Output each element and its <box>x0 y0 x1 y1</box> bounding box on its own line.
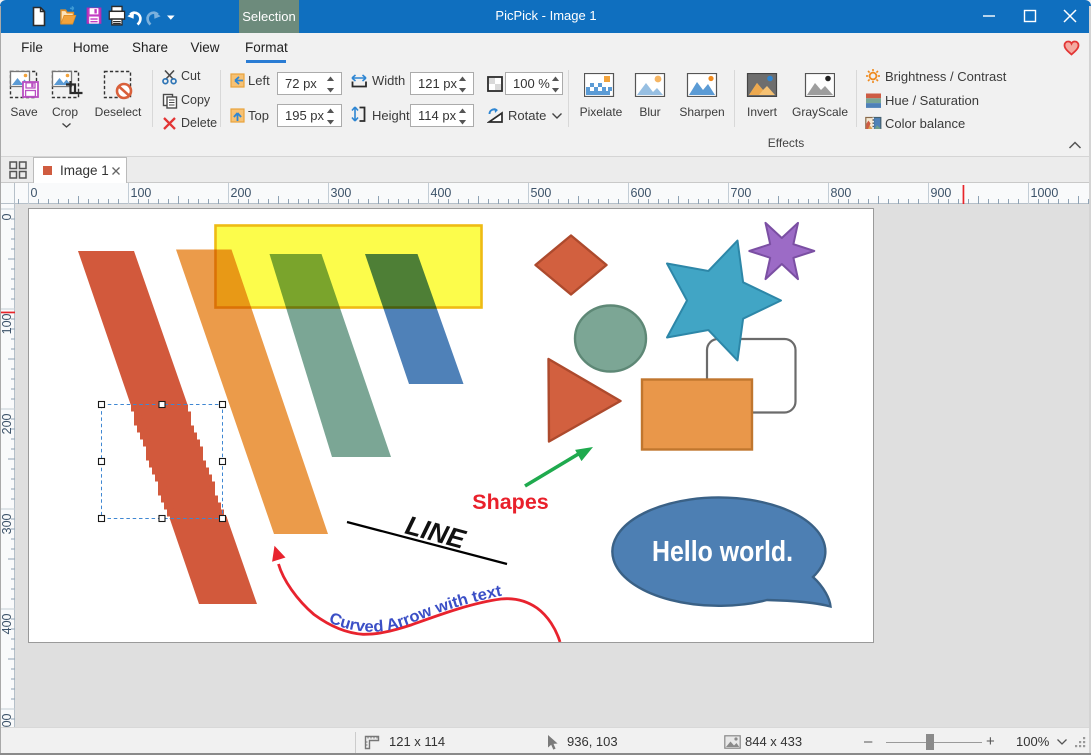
svg-text:300: 300 <box>0 513 14 534</box>
svg-text:600: 600 <box>631 186 652 200</box>
svg-text:400: 400 <box>0 613 14 634</box>
svg-text:900: 900 <box>931 186 952 200</box>
svg-text:300: 300 <box>331 186 352 200</box>
svg-text:200: 200 <box>231 186 252 200</box>
svg-text:500: 500 <box>531 186 552 200</box>
svg-text:LINE: LINE <box>402 510 469 555</box>
svg-text:Hello world.: Hello world. <box>652 536 793 568</box>
svg-text:Curved Arrow with text: Curved Arrow with text <box>327 583 504 636</box>
svg-text:1000: 1000 <box>1031 186 1059 200</box>
svg-text:0: 0 <box>0 213 14 220</box>
svg-text:Shapes: Shapes <box>472 490 549 514</box>
svg-text:800: 800 <box>831 186 852 200</box>
svg-text:0: 0 <box>31 186 38 200</box>
svg-text:400: 400 <box>431 186 452 200</box>
svg-text:700: 700 <box>731 186 752 200</box>
svg-text:100: 100 <box>0 313 14 334</box>
svg-text:500: 500 <box>0 713 14 727</box>
svg-text:200: 200 <box>0 413 14 434</box>
svg-text:100: 100 <box>131 186 152 200</box>
